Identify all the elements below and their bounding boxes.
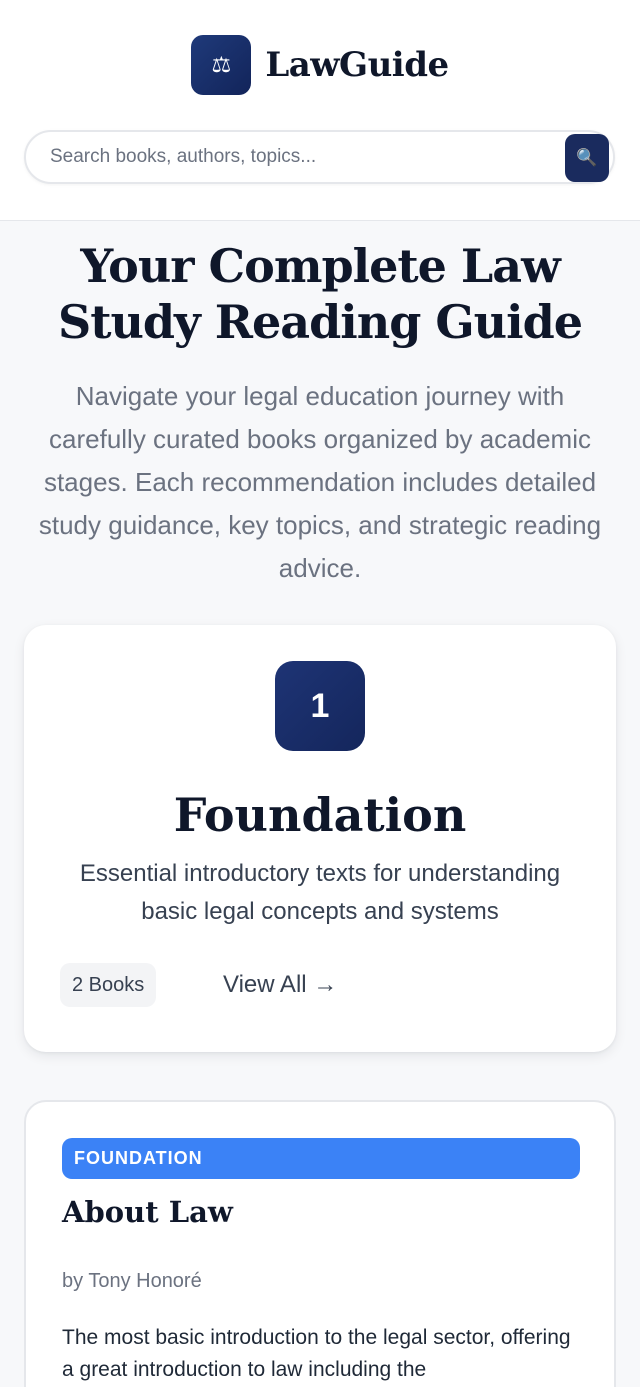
stage-card-foundation[interactable]: 1 Foundation Essential introductory text… <box>24 625 616 1052</box>
book-card[interactable]: FOUNDATION About Law by Tony Honoré The … <box>24 1100 616 1387</box>
stage-number-badge: 1 <box>275 661 365 751</box>
scales-icon: ⚖ <box>191 35 252 95</box>
search-input[interactable] <box>50 142 550 172</box>
search-icon: 🔍 <box>576 148 598 167</box>
site-header: ⚖ LawGuide 🔍 <box>0 0 640 221</box>
stage-description: Essential introductory texts for underst… <box>79 860 561 925</box>
brand[interactable]: ⚖ LawGuide <box>0 35 640 95</box>
stage-tag: FOUNDATION <box>62 1138 580 1179</box>
book-author: by Tony Honoré <box>62 1270 202 1292</box>
stage-title: Foundation <box>173 788 467 842</box>
view-all-link[interactable]: View All → <box>223 963 337 1007</box>
hero-title: Your Complete Law Study Reading Guide <box>57 239 583 349</box>
hero-subtitle: Navigate your legal education journey wi… <box>38 381 602 583</box>
search-bar: 🔍 <box>24 130 615 184</box>
search-button[interactable]: 🔍 <box>565 134 609 182</box>
book-count-badge: 2 Books <box>60 963 157 1007</box>
brand-name: LawGuide <box>265 45 449 85</box>
book-title[interactable]: About Law <box>62 1192 233 1232</box>
book-description: The most basic introduction to the legal… <box>62 1326 571 1381</box>
